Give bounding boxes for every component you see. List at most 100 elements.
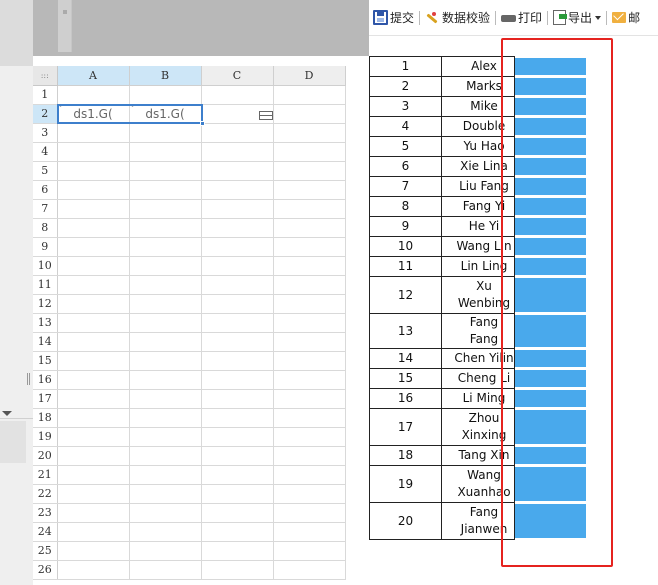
row-header[interactable]: 25 <box>33 541 58 561</box>
row-header[interactable]: 9 <box>33 237 58 257</box>
grid-cell[interactable] <box>57 408 130 428</box>
grid-cell[interactable] <box>201 484 274 504</box>
cell-a2[interactable]: ˇ ds1.G( <box>57 104 130 124</box>
grid-cell[interactable] <box>57 541 130 561</box>
grid-cell[interactable] <box>201 123 274 143</box>
grid-cell[interactable] <box>57 199 130 219</box>
grid-cell[interactable] <box>273 446 346 466</box>
grid-cell[interactable] <box>201 427 274 447</box>
grid-cell[interactable] <box>129 389 202 409</box>
row-header[interactable]: 21 <box>33 465 58 485</box>
row-header[interactable]: 23 <box>33 503 58 523</box>
grid-cell[interactable] <box>57 332 130 352</box>
select-all-corner[interactable]: ::: <box>33 66 58 86</box>
row-header[interactable]: 7 <box>33 199 58 219</box>
cell-expand-icon[interactable] <box>259 111 273 120</box>
grid-cell[interactable] <box>201 142 274 162</box>
grid-cell[interactable] <box>129 351 202 371</box>
grid-cell[interactable] <box>273 85 346 105</box>
grid-cell[interactable] <box>201 294 274 314</box>
grid-cell[interactable] <box>129 85 202 105</box>
grid-cell[interactable] <box>273 465 346 485</box>
row-header[interactable]: 14 <box>33 332 58 352</box>
grid-cell[interactable] <box>129 503 202 523</box>
grid-cell[interactable] <box>57 313 130 333</box>
grid-cell[interactable] <box>273 522 346 542</box>
grid-cell[interactable] <box>201 180 274 200</box>
grid-cell[interactable] <box>129 199 202 219</box>
grid-cell[interactable] <box>129 541 202 561</box>
grid-cell[interactable] <box>273 389 346 409</box>
grid-cell[interactable] <box>129 123 202 143</box>
row-header[interactable]: 1 <box>33 85 58 105</box>
grid-cell[interactable] <box>129 465 202 485</box>
grid-cell[interactable] <box>273 237 346 257</box>
grid-cell[interactable] <box>129 313 202 333</box>
row-header[interactable]: 17 <box>33 389 58 409</box>
grid-cell[interactable] <box>201 351 274 371</box>
grid-cell[interactable] <box>273 370 346 390</box>
grid-cell[interactable] <box>129 522 202 542</box>
grid-cell[interactable] <box>201 161 274 181</box>
grid-cell[interactable] <box>201 522 274 542</box>
export-button[interactable]: 导出 <box>551 7 603 29</box>
grid-cell[interactable] <box>129 332 202 352</box>
grid-cell[interactable] <box>57 427 130 447</box>
grid-cell[interactable] <box>57 560 130 580</box>
grid-cell[interactable] <box>201 408 274 428</box>
grid-cell[interactable] <box>57 218 130 238</box>
cell-b2[interactable]: ˇ ds1.G( <box>129 104 202 124</box>
grid-cell[interactable] <box>273 161 346 181</box>
panel-resize-grip[interactable] <box>27 373 30 385</box>
grid-cell[interactable] <box>201 560 274 580</box>
row-header[interactable]: 3 <box>33 123 58 143</box>
grid-cell[interactable] <box>57 180 130 200</box>
row-header[interactable]: 15 <box>33 351 58 371</box>
grid-cell[interactable] <box>273 351 346 371</box>
grid-cell[interactable] <box>273 332 346 352</box>
grid-cell[interactable] <box>129 256 202 276</box>
validate-button[interactable]: 数据校验 <box>423 7 492 29</box>
grid-cell[interactable] <box>273 218 346 238</box>
grid-cell[interactable] <box>129 484 202 504</box>
grid-cell[interactable] <box>273 275 346 295</box>
spreadsheet-grid[interactable]: ::: A B C D 1 2 ˇ ds1.G(ˇ ds1.G(3 4 5 6 7 8 9 10 11 12 13 14… <box>33 66 369 585</box>
column-header-a[interactable]: A <box>57 66 130 86</box>
row-header[interactable]: 5 <box>33 161 58 181</box>
grid-cell[interactable] <box>129 142 202 162</box>
grid-cell[interactable] <box>201 389 274 409</box>
grid-cell[interactable] <box>129 427 202 447</box>
grid-cell[interactable] <box>273 123 346 143</box>
column-header-c[interactable]: C <box>201 66 274 86</box>
row-header[interactable]: 2 <box>33 104 58 124</box>
collapse-triangle-icon[interactable] <box>2 411 12 416</box>
mail-button[interactable]: 邮 <box>610 7 642 29</box>
grid-cell[interactable] <box>201 446 274 466</box>
grid-cell[interactable] <box>201 332 274 352</box>
grid-cell[interactable] <box>201 199 274 219</box>
grid-cell[interactable] <box>57 522 130 542</box>
grid-cell[interactable] <box>201 218 274 238</box>
row-header[interactable]: 26 <box>33 560 58 580</box>
row-header[interactable]: 19 <box>33 427 58 447</box>
grid-cell[interactable] <box>201 465 274 485</box>
grid-cell[interactable] <box>273 180 346 200</box>
grid-cell[interactable] <box>129 560 202 580</box>
grid-cell[interactable] <box>57 294 130 314</box>
grid-cell[interactable] <box>57 161 130 181</box>
row-header[interactable]: 18 <box>33 408 58 428</box>
row-header[interactable]: 20 <box>33 446 58 466</box>
grid-cell[interactable] <box>201 237 274 257</box>
grid-cell[interactable] <box>129 161 202 181</box>
grid-cell[interactable] <box>201 256 274 276</box>
grid-cell[interactable] <box>273 427 346 447</box>
row-header[interactable]: 22 <box>33 484 58 504</box>
grid-cell[interactable] <box>273 256 346 276</box>
grid-cell[interactable] <box>129 446 202 466</box>
row-header[interactable]: 24 <box>33 522 58 542</box>
grid-cell[interactable] <box>129 180 202 200</box>
grid-cell[interactable] <box>57 237 130 257</box>
left-panel-selected-item[interactable] <box>0 421 26 463</box>
column-header-d[interactable]: D <box>273 66 346 86</box>
submit-button[interactable]: 提交 <box>371 7 416 29</box>
